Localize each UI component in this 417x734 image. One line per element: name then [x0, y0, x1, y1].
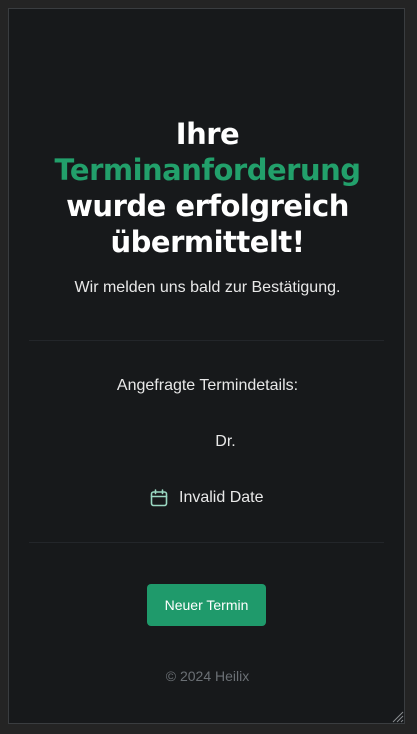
- divider-top: [29, 340, 384, 341]
- calendar-icon: [149, 488, 169, 508]
- confirmation-subtext: Wir melden uns bald zur Bestätigung.: [74, 279, 341, 296]
- doctor-name: Dr.: [215, 433, 236, 450]
- headline-accent-word: Terminanforderung: [54, 153, 361, 187]
- divider-bottom: [29, 542, 384, 543]
- appointment-date-row: Invalid Date: [149, 487, 264, 509]
- headline-line-1: Ihre: [175, 117, 240, 151]
- headline-line-4: übermittelt!: [110, 225, 305, 259]
- new-appointment-button[interactable]: Neuer Termin: [147, 584, 266, 626]
- headline-line-3: wurde erfolgreich: [66, 189, 349, 223]
- details-label: Angefragte Termindetails:: [116, 377, 299, 394]
- confirmation-panel: Ihre Terminanforderung wurde erfolgreich…: [8, 8, 405, 724]
- confirmation-headline: Ihre Terminanforderung wurde erfolgreich…: [9, 116, 406, 260]
- resize-handle-icon[interactable]: [390, 709, 404, 723]
- footer-copyright: © 2024 Heilix: [165, 668, 250, 684]
- appointment-date: Invalid Date: [179, 489, 264, 506]
